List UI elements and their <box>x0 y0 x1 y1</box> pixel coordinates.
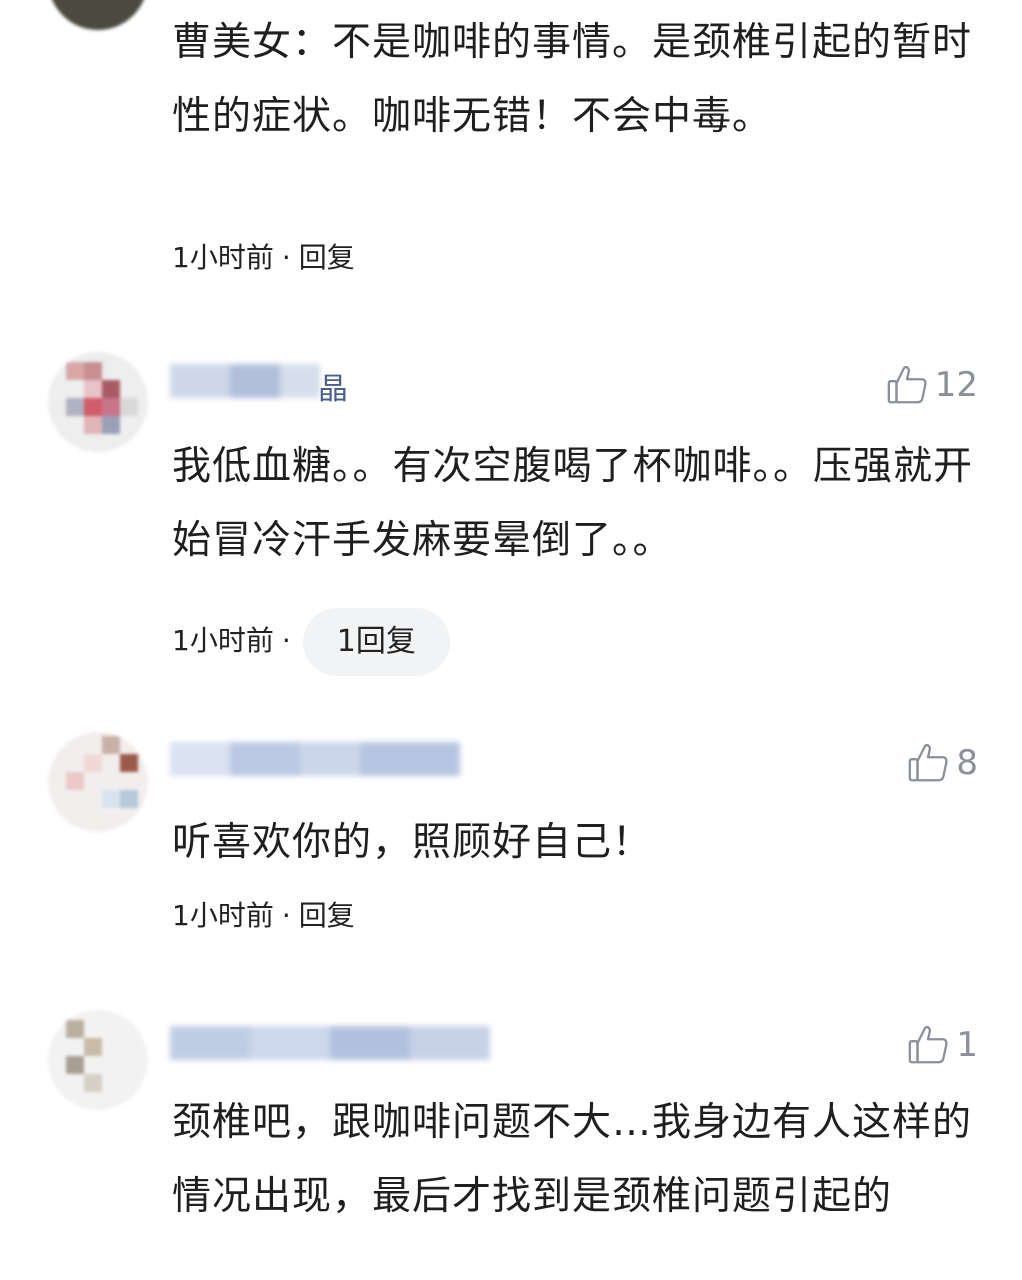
avatar[interactable] <box>48 1010 148 1110</box>
username-blurred[interactable] <box>170 742 460 776</box>
comment-content: 我低血糖。。有次空腹喝了杯咖啡。。压强就开始冒冷汗手发麻要晕倒了。。 <box>172 444 974 563</box>
thumbs-up-icon <box>887 366 927 404</box>
avatar[interactable] <box>48 0 148 30</box>
like-count: 1 <box>956 1025 978 1065</box>
like-button[interactable]: 8 <box>906 738 978 788</box>
comment-meta: 1小时前 · 回复 <box>172 896 355 936</box>
comment-time: 1小时前 <box>172 241 274 274</box>
comment-content: 听喜欢你的，照顾好自己！ <box>172 820 653 865</box>
username-blurred[interactable] <box>170 1026 490 1060</box>
thumbs-up-icon <box>909 744 948 782</box>
username-fragment: 晶 <box>318 372 348 407</box>
reply-button[interactable]: 回复 <box>299 899 355 932</box>
separator-dot: · <box>281 624 291 657</box>
thumbs-up-icon <box>909 1026 948 1064</box>
avatar[interactable] <box>48 732 148 832</box>
comment-meta: 1小时前 · 1回复 <box>172 608 450 676</box>
comment-time: 1小时前 <box>172 624 274 657</box>
like-button[interactable]: 1 <box>906 1020 978 1070</box>
like-button[interactable]: 12 <box>885 360 978 410</box>
like-count: 8 <box>956 743 978 783</box>
comment-content: 曹美女：不是咖啡的事情。是颈椎引起的暂时性的症状。咖啡无错！不会中毒。 <box>172 20 973 139</box>
comment-meta: 1小时前 · 回复 <box>172 238 355 278</box>
avatar[interactable] <box>48 352 148 452</box>
separator-dot: · <box>281 899 291 932</box>
comment-content: 颈椎吧，跟咖啡问题不大…我身边有人这样的情况出现，最后才找到是颈椎问题引起的 <box>172 1100 973 1219</box>
separator-dot: · <box>281 241 291 274</box>
view-replies-button[interactable]: 1回复 <box>302 608 450 676</box>
like-count: 12 <box>934 365 978 405</box>
comment-time: 1小时前 <box>172 899 274 932</box>
reply-button[interactable]: 回复 <box>299 241 355 274</box>
